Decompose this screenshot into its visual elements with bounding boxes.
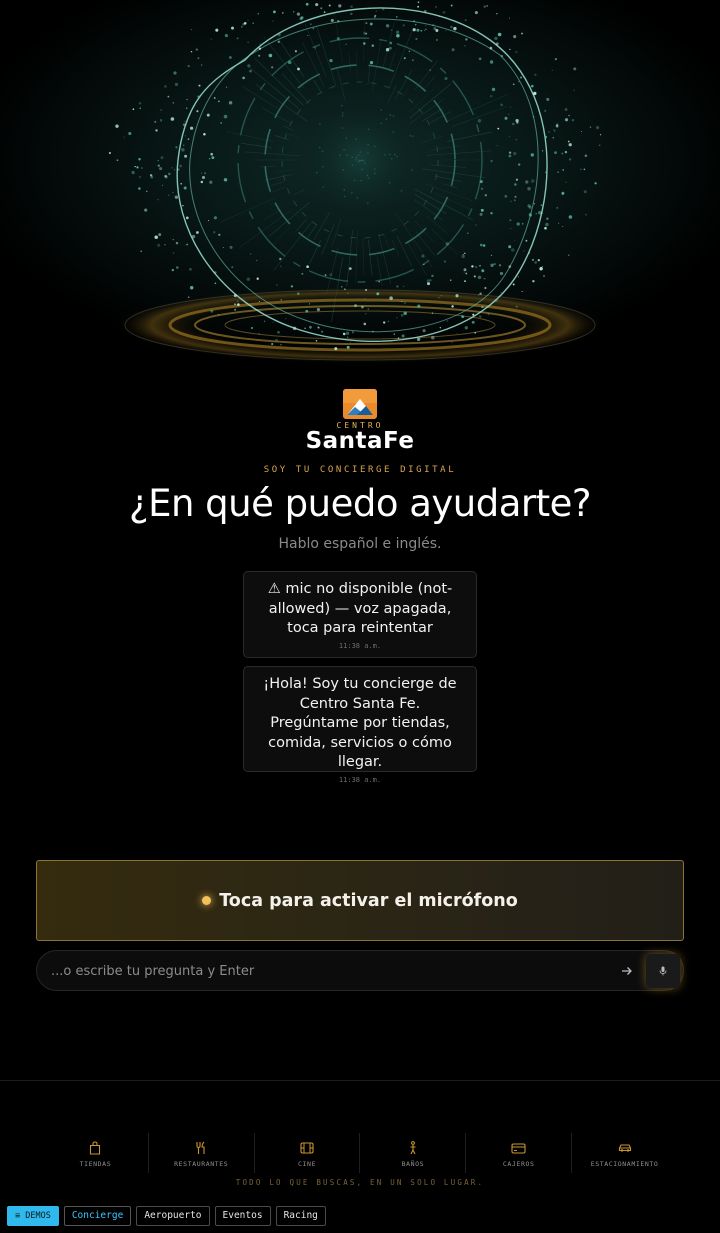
nav-item-tiendas[interactable]: TIENDAS — [43, 1133, 149, 1173]
hero-eyebrow: SOY TU CONCIERGE DIGITAL — [263, 465, 457, 475]
demo-eventos-button[interactable]: Eventos — [214, 1206, 271, 1226]
demo-aeropuerto-button[interactable]: Aeropuerto — [136, 1206, 210, 1226]
chat-message-time: 11:38 a.m. — [338, 775, 382, 784]
nav-item-label: CAJEROS — [502, 1160, 535, 1168]
voice-orb-visual — [0, 0, 720, 380]
nav-item-estacionamiento[interactable]: ESTACIONAMIENTO — [572, 1133, 677, 1173]
nav-item-cine[interactable]: CINE — [255, 1133, 361, 1173]
query-bar — [36, 950, 684, 991]
demo-concierge-button[interactable]: Concierge — [63, 1206, 132, 1226]
nav-item-label: RESTAURANTES — [174, 1160, 229, 1168]
demo-racing-button[interactable]: Racing — [275, 1206, 326, 1226]
chat-message-time: 11:38 a.m. — [338, 641, 382, 650]
chat-message-text: ¡Hola! Soy tu concierge de Centro Santa … — [263, 676, 457, 770]
restroom-icon — [408, 1139, 418, 1157]
nav-item-label: CINE — [298, 1160, 317, 1168]
chat-message: ¡Hola! Soy tu concierge de Centro Santa … — [243, 666, 477, 784]
footer-tagline: TODO LO QUE BUSCAS, EN UN SOLO LUGAR. — [235, 1178, 485, 1187]
chat-message-text: ⚠ mic no disponible (not-allowed) — voz … — [267, 581, 453, 636]
demos-toggle-button[interactable]: ≡ DEMOS — [7, 1206, 59, 1226]
activate-mic-button[interactable]: Toca para activar el micrófono — [36, 860, 684, 941]
nav-item-label: TIENDAS — [79, 1160, 112, 1168]
microphone-icon — [659, 966, 667, 976]
nav-item-cajeros[interactable]: CAJEROS — [466, 1133, 573, 1173]
utensils-icon — [195, 1139, 207, 1157]
mic-button[interactable] — [646, 954, 680, 988]
arrow-right-icon — [622, 967, 632, 975]
page-title: ¿En qué puedo ayudarte? — [128, 482, 592, 525]
category-nav: TIENDAS RESTAURANTES CINE BAÑOS CAJEROS … — [43, 1133, 677, 1173]
shopping-bag-icon — [89, 1139, 101, 1157]
film-icon — [300, 1139, 314, 1157]
demos-switcher: ≡ DEMOS Concierge Aeropuerto Eventos Rac… — [7, 1206, 326, 1226]
footer-divider — [0, 1080, 720, 1081]
credit-card-icon — [511, 1139, 526, 1157]
nav-item-banos[interactable]: BAÑOS — [360, 1133, 467, 1173]
hero-subline: Hablo español e inglés. — [278, 536, 442, 552]
car-icon — [618, 1139, 632, 1157]
query-input[interactable] — [51, 961, 591, 981]
send-button[interactable] — [617, 961, 637, 981]
nav-item-label: BAÑOS — [401, 1160, 425, 1168]
nav-item-label: ESTACIONAMIENTO — [590, 1160, 659, 1168]
chat-message[interactable]: ⚠ mic no disponible (not-allowed) — voz … — [243, 571, 477, 658]
brand-name: SantaFe — [305, 428, 415, 454]
activate-mic-label: Toca para activar el micrófono — [219, 890, 518, 911]
nav-item-restaurantes[interactable]: RESTAURANTES — [149, 1133, 255, 1173]
centro-santafe-logo — [343, 389, 377, 419]
mic-status-dot-icon — [202, 896, 212, 905]
